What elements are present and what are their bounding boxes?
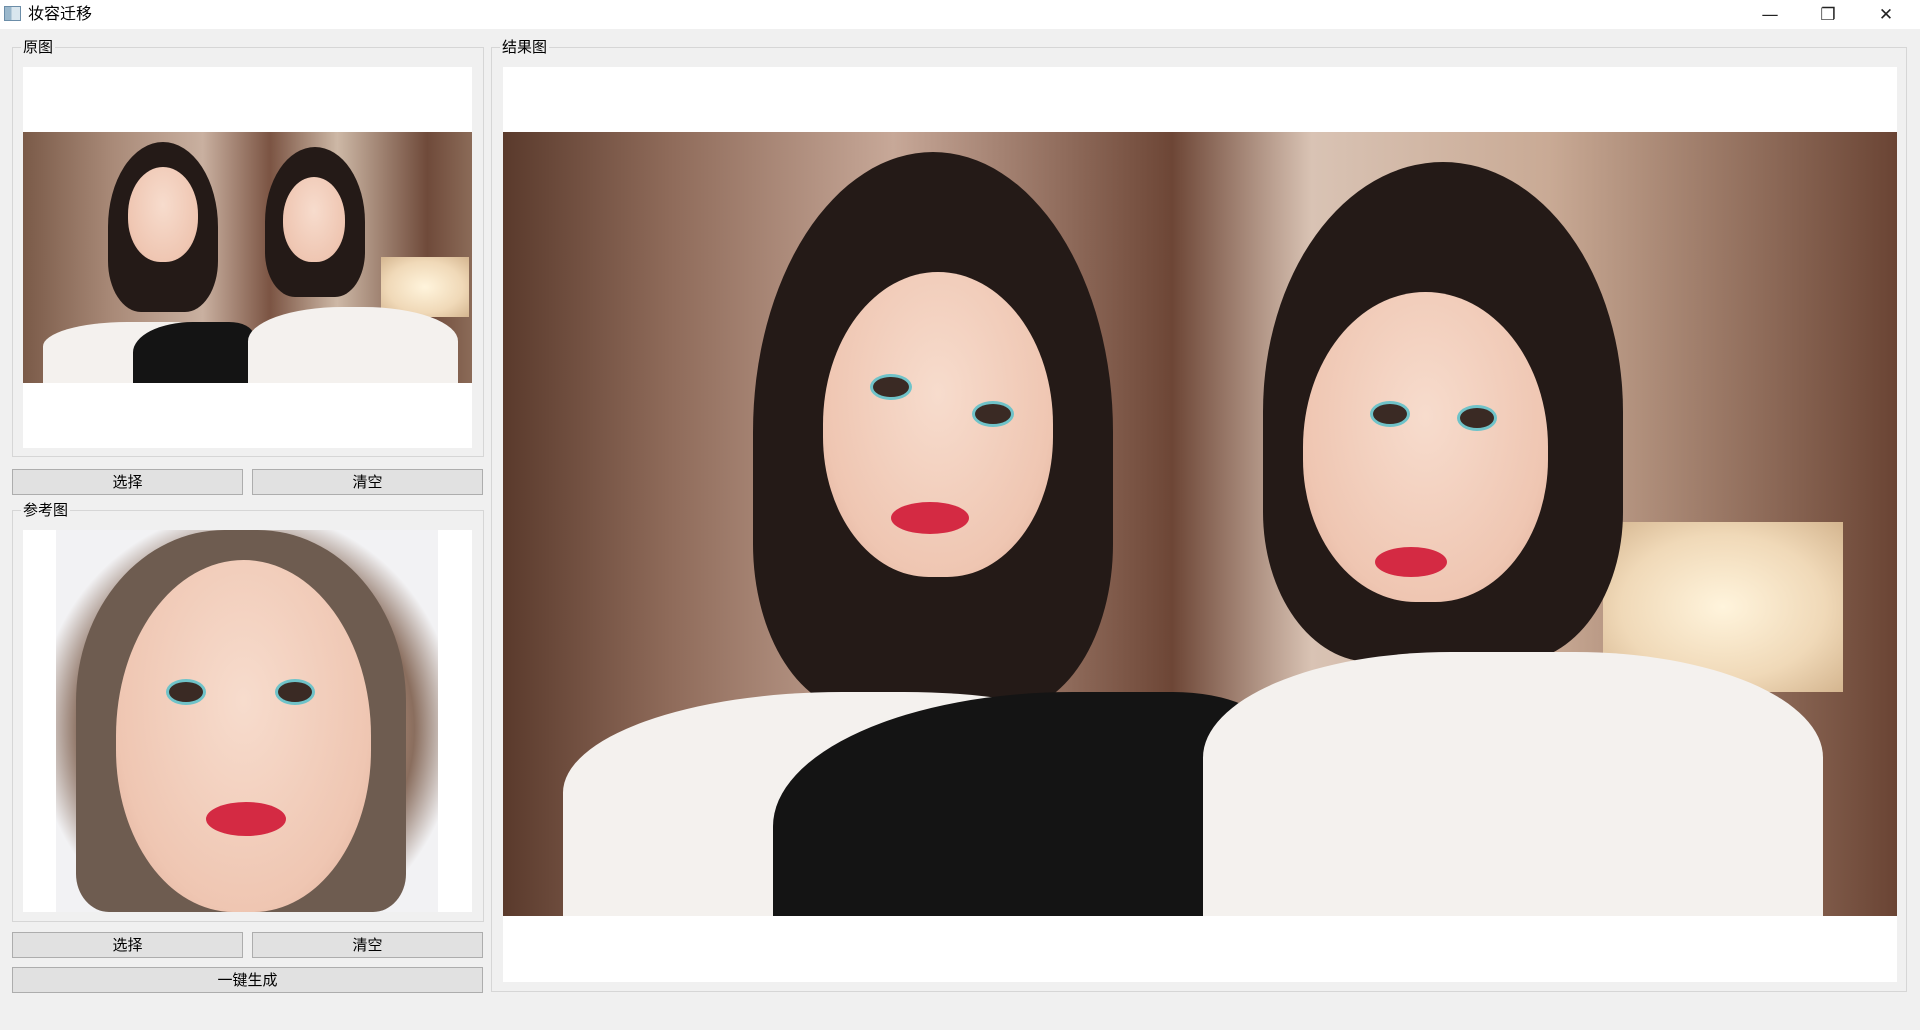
source-image-panel xyxy=(23,67,472,448)
result-eye-left-1 xyxy=(873,377,909,397)
source-select-button[interactable]: 选择 xyxy=(12,469,243,495)
result-lips-left xyxy=(891,502,969,534)
reference-eye-left xyxy=(169,682,203,702)
reference-clear-button[interactable]: 清空 xyxy=(252,932,483,958)
minimize-button[interactable]: — xyxy=(1741,0,1799,29)
source-top-right xyxy=(248,307,458,383)
reference-eye-right xyxy=(278,682,312,702)
window-title: 妆容迁移 xyxy=(28,4,93,23)
title-bar: 妆容迁移 — ❐ ✕ xyxy=(0,0,1920,29)
reference-image-panel xyxy=(23,530,472,912)
source-face-right xyxy=(283,177,345,262)
maximize-button[interactable]: ❐ xyxy=(1799,0,1857,29)
result-eye-right-2 xyxy=(1460,408,1494,428)
generate-button[interactable]: 一键生成 xyxy=(12,967,483,993)
result-eye-right-1 xyxy=(1373,404,1407,424)
source-photo xyxy=(23,132,472,383)
app-icon xyxy=(4,6,21,21)
close-button[interactable]: ✕ xyxy=(1857,0,1915,29)
reference-lips xyxy=(206,802,286,836)
result-photo xyxy=(503,132,1897,916)
reference-face xyxy=(116,560,371,912)
result-image-panel xyxy=(503,67,1897,982)
source-group-title: 原图 xyxy=(21,38,56,56)
result-group-title: 结果图 xyxy=(500,38,550,56)
reference-select-button[interactable]: 选择 xyxy=(12,932,243,958)
result-eye-left-2 xyxy=(975,404,1011,424)
result-lips-right xyxy=(1375,547,1447,577)
source-clear-button[interactable]: 清空 xyxy=(252,469,483,495)
source-black-top xyxy=(133,322,253,383)
reference-photo xyxy=(56,530,438,912)
source-face-left xyxy=(128,167,198,262)
reference-group-title: 参考图 xyxy=(21,501,71,519)
result-top-right xyxy=(1203,652,1823,916)
